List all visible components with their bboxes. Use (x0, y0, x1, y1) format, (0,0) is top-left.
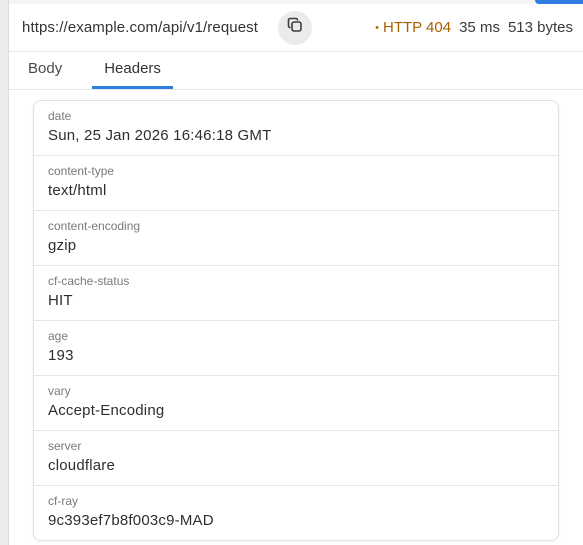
response-panel: https://example.com/api/v1/request • HTT… (9, 4, 583, 545)
header-row: server cloudflare (34, 431, 558, 486)
header-value: text/html (48, 182, 107, 199)
header-value: HIT (48, 292, 73, 309)
header-row: vary Accept-Encoding (34, 376, 558, 431)
header-row: content-encoding gzip (34, 211, 558, 266)
header-value: 193 (48, 347, 74, 364)
header-row: cf-cache-status HIT (34, 266, 558, 321)
header-row: cf-ray 9c393ef7b8f003c9-MAD (34, 486, 558, 540)
header-value: 9c393ef7b8f003c9-MAD (48, 512, 214, 529)
response-time: 35 ms (459, 19, 500, 36)
header-name: age (48, 329, 69, 343)
header-name: content-type (48, 164, 115, 178)
tab-body[interactable]: Body (16, 52, 74, 89)
header-row: content-type text/html (34, 156, 558, 211)
header-value: Sun, 25 Jan 2026 16:46:18 GMT (48, 127, 272, 144)
left-rail (0, 0, 9, 545)
header-row: age 193 (34, 321, 558, 376)
url-bar: https://example.com/api/v1/request • HTT… (9, 4, 583, 52)
header-name: date (48, 109, 72, 123)
response-size: 513 bytes (507, 19, 573, 36)
header-name: vary (48, 384, 71, 398)
header-value: gzip (48, 237, 77, 254)
copy-icon (287, 17, 303, 38)
header-name: server (48, 439, 82, 453)
header-value: cloudflare (48, 457, 116, 474)
header-name: cf-cache-status (48, 274, 130, 288)
header-name: cf-ray (48, 494, 78, 508)
request-url: https://example.com/api/v1/request (22, 19, 259, 36)
status-code: HTTP 404 (383, 19, 452, 36)
headers-list: date Sun, 25 Jan 2026 16:46:18 GMT conte… (33, 100, 559, 541)
response-tabs: Body Headers (9, 52, 583, 90)
response-status: • HTTP 404 35 ms 513 bytes (375, 19, 573, 36)
status-dot: • (375, 21, 379, 34)
tab-headers[interactable]: Headers (92, 52, 173, 89)
copy-url-button[interactable] (278, 10, 313, 45)
header-row: date Sun, 25 Jan 2026 16:46:18 GMT (34, 101, 558, 156)
header-name: content-encoding (48, 219, 141, 233)
header-value: Accept-Encoding (48, 402, 165, 419)
